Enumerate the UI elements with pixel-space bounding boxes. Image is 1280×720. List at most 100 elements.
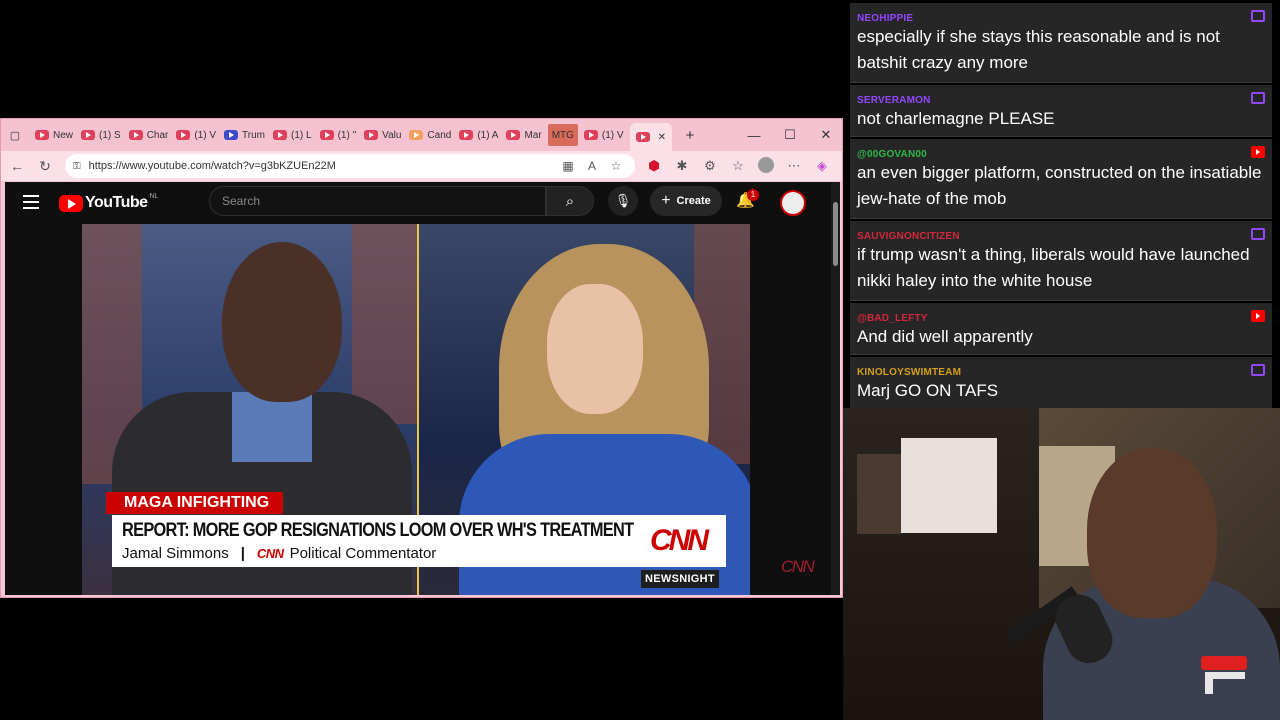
tab-label: (1) V	[601, 129, 624, 141]
browser-tab[interactable]: Trum	[222, 124, 267, 146]
tab-favicon-icon	[506, 130, 521, 140]
copilot-icon[interactable]: ◈	[808, 158, 836, 174]
tab-label: Char	[146, 129, 169, 141]
chat-username: SAUVIGNONCITIZEN	[857, 231, 960, 242]
youtube-play-icon	[59, 194, 83, 212]
scrollbar-thumb[interactable]	[833, 202, 838, 266]
tab-favicon-icon	[273, 130, 288, 140]
topic-tag: MAGA INFIGHTING	[106, 492, 284, 514]
stream-layout: ▢ New (1) S Char (1) V Trum (1) L (1) " Valu Can…	[0, 0, 1280, 720]
browser-tab[interactable]: (1) S	[79, 124, 123, 146]
headline-box: REPORT: MORE GOP RESIGNATIONS LOOM OVER …	[112, 515, 726, 567]
cnn-logo: CNN	[650, 524, 709, 557]
tab-favicon-icon	[35, 130, 49, 140]
chat-username: @00GOVAN00	[857, 149, 927, 160]
chat-text: an even bigger platform, constructed on …	[857, 163, 1262, 208]
new-tab-button[interactable]: +	[682, 127, 698, 144]
microphone-icon: 🎙	[614, 193, 632, 208]
white-box	[901, 438, 997, 533]
search-input[interactable]: Search	[209, 186, 546, 216]
address-bar-row: ← ↻ ⚿ https://www.youtube.com/watch?v=g3…	[1, 151, 842, 181]
extensions-bar: ⬢ ✱ ⚙ ☆ ⋯ ◈	[640, 154, 836, 178]
tab-favicon-icon	[81, 130, 96, 140]
browser-tab[interactable]: New	[33, 124, 75, 146]
close-tab-icon[interactable]: ✕	[658, 132, 666, 143]
youtube-wordmark: YouTube	[85, 194, 148, 211]
browser-tab[interactable]: (1) A	[457, 124, 500, 146]
browser-tab[interactable]: Cand	[407, 124, 453, 146]
browser-tab[interactable]: MTG	[547, 124, 578, 146]
twitch-icon	[1251, 228, 1265, 240]
read-aloud-icon[interactable]: A	[580, 159, 604, 173]
youtube-icon	[1251, 310, 1265, 322]
tab-favicon-icon	[176, 130, 191, 140]
chat-username: NEOHIPPIE	[857, 13, 914, 24]
url-field[interactable]: ⚿ https://www.youtube.com/watch?v=g3bKZU…	[65, 154, 635, 178]
browser-tab[interactable]: Valu	[362, 124, 403, 146]
chat-text: not charlemagne PLEASE	[857, 109, 1055, 128]
chat-overlay: NEOHIPPIE especially if she stays this re…	[850, 0, 1272, 409]
more-icon[interactable]: ⋯	[780, 158, 808, 174]
chat-text: Marj GO ON TAFS	[857, 381, 999, 400]
twitch-icon	[1251, 364, 1265, 376]
search-button[interactable]: ⌕	[546, 186, 594, 216]
region-code: NL	[149, 192, 159, 200]
speaker-name: Jamal Simmons	[122, 545, 229, 562]
settings-icon[interactable]: ⚙	[696, 158, 724, 174]
minimize-button[interactable]: —	[736, 119, 772, 151]
menu-icon[interactable]	[23, 195, 39, 209]
tab-favicon-icon	[319, 130, 334, 140]
site-info-icon[interactable]: ⚿	[73, 161, 81, 172]
notifications-button[interactable]: 🔔 1	[736, 189, 759, 213]
book	[857, 454, 901, 534]
brick-wall	[352, 224, 417, 424]
twitch-icon	[1251, 10, 1265, 22]
favorite-star-icon[interactable]: ☆	[604, 159, 628, 173]
browser-tab[interactable]: (1) L	[271, 124, 314, 146]
guest-head	[222, 242, 342, 402]
refresh-icon[interactable]: ↻	[31, 153, 59, 179]
back-icon[interactable]: ←	[3, 153, 31, 179]
tab-label: (1) V	[194, 129, 217, 141]
chat-message: NEOHIPPIE especially if she stays this re…	[850, 3, 1272, 83]
browser-tab[interactable]: Mar	[504, 124, 543, 146]
browser-tab[interactable]: (1) V	[174, 124, 218, 146]
tab-actions-icon[interactable]: ▢	[7, 127, 23, 143]
chat-text: especially if she stays this reasonable …	[857, 27, 1220, 72]
chat-text: if trump wasn't a thing, liberals would …	[857, 245, 1250, 290]
profile-avatar[interactable]	[752, 156, 780, 176]
voice-search-button[interactable]: 🎙	[608, 186, 638, 216]
chat-username: @BAD_LEFTY	[857, 313, 928, 324]
twitch-icon	[1251, 92, 1265, 104]
browser-tab[interactable]: (1) V	[582, 124, 626, 146]
show-badge: NEWSNIGHT	[641, 570, 719, 588]
tab-label: MTG	[551, 129, 574, 141]
chat-message: @00GOVAN00 an even bigger platform, const…	[850, 139, 1272, 219]
favorites-icon[interactable]: ☆	[724, 158, 752, 174]
browser-tab[interactable]: (1) "	[318, 124, 359, 146]
extensions-icon[interactable]: ✱	[668, 158, 696, 174]
tab-favicon-icon	[224, 130, 239, 140]
tab-list: New (1) S Char (1) V Trum (1) L (1) " Valu Cand (…	[33, 124, 630, 146]
tab-favicon-icon	[128, 130, 143, 140]
video-player[interactable]: MAGA INFIGHTING REPORT: MORE GOP RESIGNA…	[82, 224, 750, 595]
youtube-header: YouTube NL Search ⌕ 🎙 + Create 🔔 1	[5, 182, 831, 224]
plus-icon: +	[661, 192, 671, 209]
streamer-head	[1087, 448, 1217, 618]
youtube-logo[interactable]: YouTube NL	[59, 192, 159, 212]
app-available-icon[interactable]: ▦	[556, 159, 580, 173]
ublock-icon[interactable]: ⬢	[640, 158, 668, 174]
maximize-button[interactable]: ☐	[772, 119, 808, 151]
youtube-tab-icon	[635, 132, 650, 142]
separator: |	[240, 545, 245, 562]
tab-strip: ▢ New (1) S Char (1) V Trum (1) L (1) " Valu Can…	[1, 119, 842, 151]
close-window-button[interactable]: ✕	[808, 119, 842, 151]
account-avatar[interactable]	[780, 190, 806, 216]
speaker-line: Jamal Simmons | CNN Political Commentato…	[122, 545, 436, 562]
page-scrollbar[interactable]	[831, 182, 840, 595]
cnn-small-logo: CNN	[256, 546, 284, 561]
chat-message: @BAD_LEFTY And did well apparently	[850, 303, 1272, 355]
tab-active[interactable]: ✕	[629, 123, 672, 151]
create-button[interactable]: + Create	[650, 186, 722, 216]
browser-tab[interactable]: Char	[127, 124, 171, 146]
